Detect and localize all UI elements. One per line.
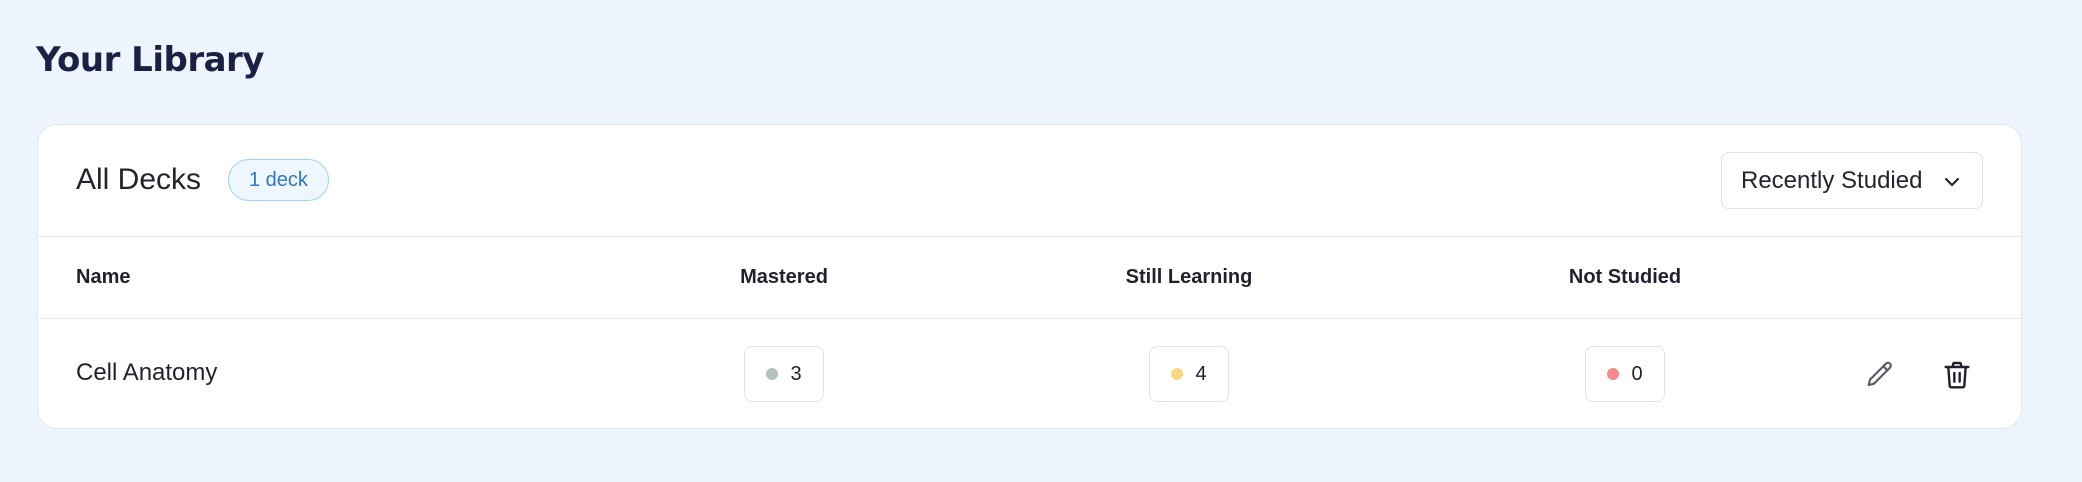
page-title: Your Library [36, 40, 264, 80]
sort-dropdown[interactable]: Recently Studied [1721, 152, 1983, 209]
mastered-dot [766, 368, 779, 380]
card-header: All Decks 1 deck Recently Studied [38, 125, 2021, 237]
not-studied-count: 0 [1585, 346, 1665, 402]
still-learning-dot [1171, 368, 1184, 380]
delete-deck-button[interactable] [1939, 357, 1975, 393]
table-row[interactable]: Cell Anatomy 3 4 0 [38, 319, 2021, 428]
edit-deck-button[interactable] [1862, 357, 1898, 393]
mastered-count: 3 [744, 346, 824, 402]
chevron-down-icon [1944, 177, 1960, 187]
sort-dropdown-label: Recently Studied [1741, 166, 1923, 194]
not-studied-value: 0 [1631, 362, 1643, 385]
column-header-name: Name [76, 266, 131, 288]
deck-library-card: All Decks 1 deck Recently Studied Name M… [37, 124, 2022, 429]
column-header-still-learning: Still Learning [1125, 266, 1253, 288]
deck-name[interactable]: Cell Anatomy [76, 359, 217, 387]
trash-icon [1944, 361, 1970, 389]
column-header-mastered: Mastered [740, 266, 828, 288]
column-header-not-studied: Not Studied [1568, 266, 1682, 288]
still-learning-count: 4 [1149, 346, 1229, 402]
not-studied-dot [1607, 368, 1620, 380]
mastered-value: 3 [790, 362, 802, 385]
still-learning-value: 4 [1195, 362, 1207, 385]
deck-count-badge: 1 deck [228, 159, 329, 201]
pencil-icon [1867, 361, 1892, 387]
section-title: All Decks [76, 163, 202, 196]
table-header: Name Mastered Still Learning Not Studied [38, 237, 2021, 319]
